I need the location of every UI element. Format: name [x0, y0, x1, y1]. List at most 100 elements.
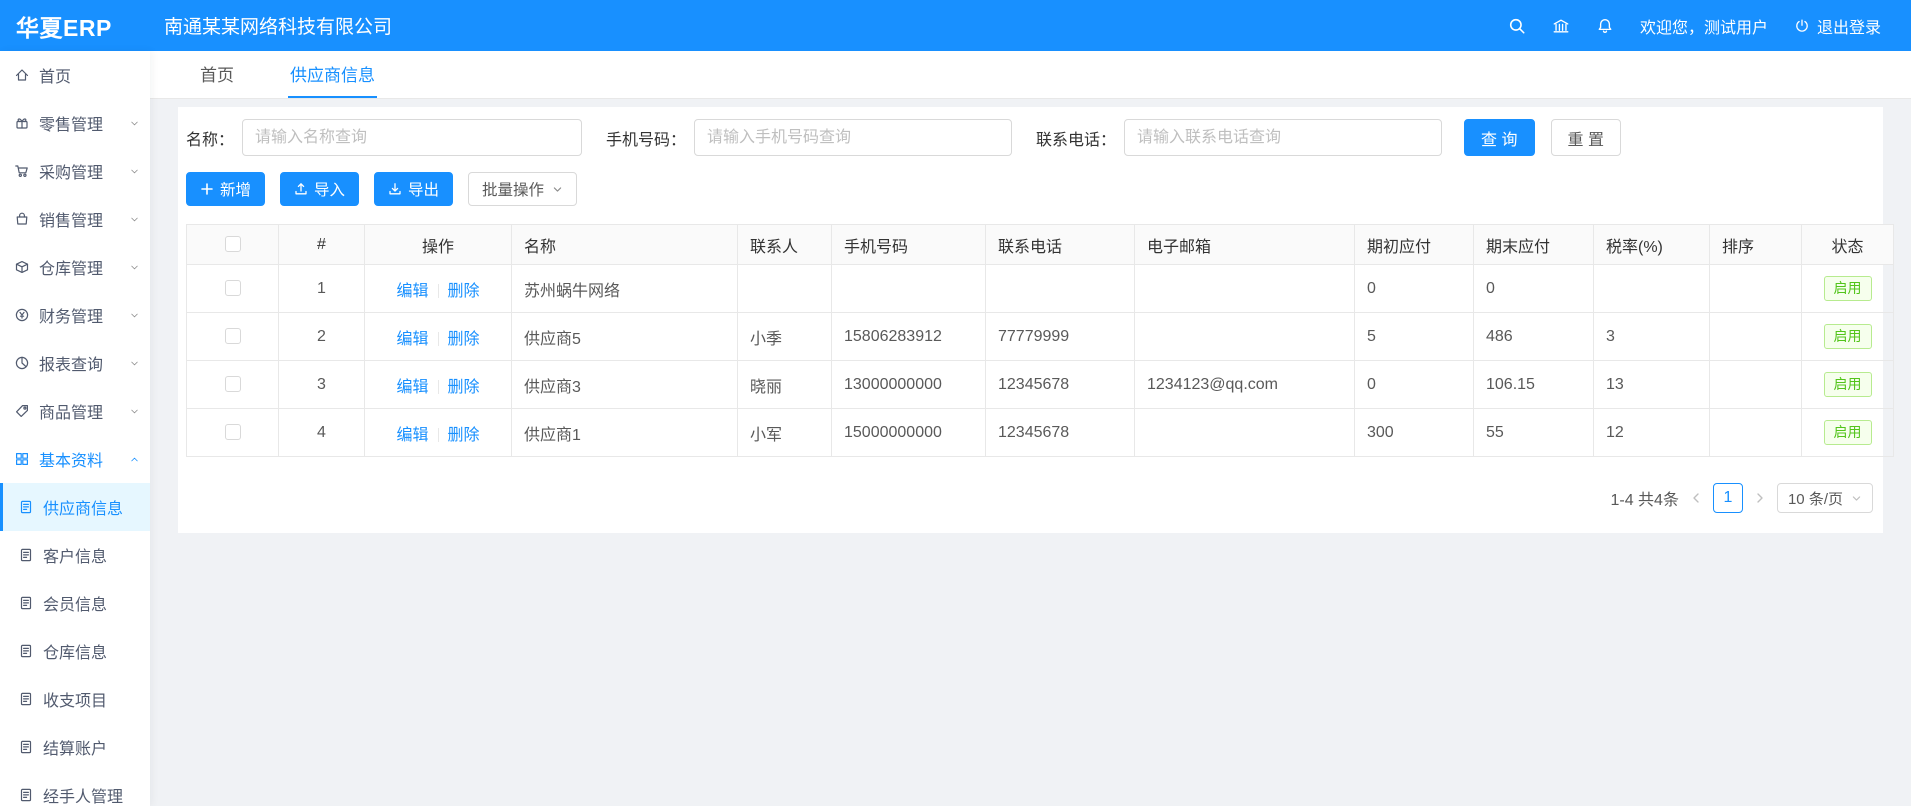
cell-name: 供应商3: [512, 361, 738, 409]
sidebar-item-sales-mgmt[interactable]: 销售管理: [0, 195, 150, 243]
divider: [438, 428, 439, 442]
row-checkbox[interactable]: [225, 424, 241, 440]
delete-link[interactable]: 删除: [448, 283, 480, 300]
edit-link[interactable]: 编辑: [396, 283, 428, 300]
reset-button[interactable]: 重 置: [1551, 119, 1621, 156]
sidebar-item-label: 首页: [39, 63, 71, 87]
welcome-user[interactable]: 欢迎您，测试用户: [1640, 14, 1768, 38]
chevron-down-icon: [1851, 493, 1862, 504]
cell-closing_payable: 486: [1474, 313, 1594, 361]
cell-closing_payable: 106.15: [1474, 361, 1594, 409]
cell-tax_rate: [1594, 265, 1710, 313]
edit-link[interactable]: 编辑: [396, 331, 428, 348]
sidebar-item-settlement-account[interactable]: 结算账户: [0, 723, 150, 771]
logout-label: 退出登录: [1817, 14, 1881, 38]
delete-link[interactable]: 删除: [448, 331, 480, 348]
cell-opening_payable: 0: [1355, 265, 1474, 313]
batch-actions-button[interactable]: 批量操作: [468, 172, 577, 206]
cell-email: 1234123@qq.com: [1135, 361, 1355, 409]
page-number-button[interactable]: 1: [1713, 483, 1743, 513]
column-header: 期初应付: [1355, 225, 1474, 265]
sidebar-item-label: 报表查询: [39, 351, 103, 375]
edit-link[interactable]: 编辑: [396, 427, 428, 444]
cell-contact: 小军: [738, 409, 832, 457]
sidebar-item-income-expense[interactable]: 收支项目: [0, 675, 150, 723]
row-checkbox[interactable]: [225, 280, 241, 296]
cell-name: 苏州蜗牛网络: [512, 265, 738, 313]
logout-button[interactable]: 退出登录: [1794, 14, 1881, 38]
sidebar-item-purchase-mgmt[interactable]: 采购管理: [0, 147, 150, 195]
pagination: 1-4 共4条 1 10 条/页: [186, 483, 1875, 513]
logout-icon: [1794, 18, 1810, 34]
retail-icon: [14, 115, 30, 131]
search-button[interactable]: 查 询: [1464, 119, 1534, 156]
column-header: 税率(%): [1594, 225, 1710, 265]
cell-phone: 77779999: [986, 313, 1135, 361]
batch-actions-label: 批量操作: [482, 178, 544, 200]
sidebar-item-report-query[interactable]: 报表查询: [0, 339, 150, 387]
column-header: 联系电话: [986, 225, 1135, 265]
name-search-input[interactable]: [242, 119, 582, 156]
sidebar-item-basic-data[interactable]: 基本资料: [0, 435, 150, 483]
phone-search-input[interactable]: [1124, 119, 1442, 156]
row-index: 4: [279, 409, 365, 457]
cell-sort: [1710, 409, 1802, 457]
column-header: 手机号码: [832, 225, 986, 265]
row-checkbox[interactable]: [225, 328, 241, 344]
sidebar-item-retail-mgmt[interactable]: 零售管理: [0, 99, 150, 147]
import-icon: [294, 182, 308, 196]
cell-contact: [738, 265, 832, 313]
import-button[interactable]: 导入: [280, 172, 359, 206]
doc-icon: [18, 595, 34, 611]
cell-sort: [1710, 265, 1802, 313]
next-page-button[interactable]: [1753, 491, 1767, 505]
search-icon[interactable]: [1508, 17, 1526, 35]
export-button[interactable]: 导出: [374, 172, 453, 206]
sidebar-item-home[interactable]: 首页: [0, 51, 150, 99]
column-header: 电子邮箱: [1135, 225, 1355, 265]
select-all-checkbox[interactable]: [225, 236, 241, 252]
sidebar-item-supplier-info[interactable]: 供应商信息: [0, 483, 150, 531]
page-size-select[interactable]: 10 条/页: [1777, 483, 1873, 513]
bell-icon[interactable]: [1596, 17, 1614, 35]
pagination-total: 1-4 共4条: [1610, 486, 1678, 510]
status-badge: 启用: [1824, 276, 1872, 302]
doc-icon: [18, 787, 34, 803]
edit-link[interactable]: 编辑: [396, 379, 428, 396]
prev-page-button[interactable]: [1689, 491, 1703, 505]
sidebar-item-member-info[interactable]: 会员信息: [0, 579, 150, 627]
tab-supplier-info[interactable]: 供应商信息: [288, 51, 377, 98]
row-index: 3: [279, 361, 365, 409]
cell-tax_rate: 3: [1594, 313, 1710, 361]
sidebar-item-label: 客户信息: [43, 543, 107, 567]
delete-link[interactable]: 删除: [448, 427, 480, 444]
delete-link[interactable]: 删除: [448, 379, 480, 396]
chevron-down-icon: [129, 406, 140, 417]
report-icon: [14, 355, 30, 371]
column-header: 名称: [512, 225, 738, 265]
tab-home[interactable]: 首页: [198, 51, 236, 98]
chevron-up-icon: [129, 454, 140, 465]
status-badge: 启用: [1824, 324, 1872, 350]
mobile-filter-label: 手机号码：: [606, 126, 686, 150]
status-badge: 启用: [1824, 420, 1872, 446]
bank-icon[interactable]: [1552, 17, 1570, 35]
filter-bar: 名称： 手机号码： 联系电话： 查 询 重 置: [186, 119, 1875, 156]
cell-contact: 晓丽: [738, 361, 832, 409]
page-size-value: 10 条/页: [1788, 488, 1843, 509]
divider: [438, 284, 439, 298]
sidebar-item-label: 仓库管理: [39, 255, 103, 279]
main-area: 首页 供应商信息 名称： 手机号码： 联系电话： 查 询 重 置: [150, 51, 1911, 806]
sidebar-item-warehouse-mgmt[interactable]: 仓库管理: [0, 243, 150, 291]
sidebar-item-finance-mgmt[interactable]: 财务管理: [0, 291, 150, 339]
sidebar-item-handler-mgmt[interactable]: 经手人管理: [0, 771, 150, 806]
export-label: 导出: [408, 178, 439, 200]
column-header: #: [279, 225, 365, 265]
row-checkbox[interactable]: [225, 376, 241, 392]
mobile-search-input[interactable]: [694, 119, 1012, 156]
sidebar-item-customer-info[interactable]: 客户信息: [0, 531, 150, 579]
sidebar-item-warehouse-info[interactable]: 仓库信息: [0, 627, 150, 675]
chevron-down-icon: [129, 118, 140, 129]
sidebar-item-goods-mgmt[interactable]: 商品管理: [0, 387, 150, 435]
add-button[interactable]: 新增: [186, 172, 265, 206]
